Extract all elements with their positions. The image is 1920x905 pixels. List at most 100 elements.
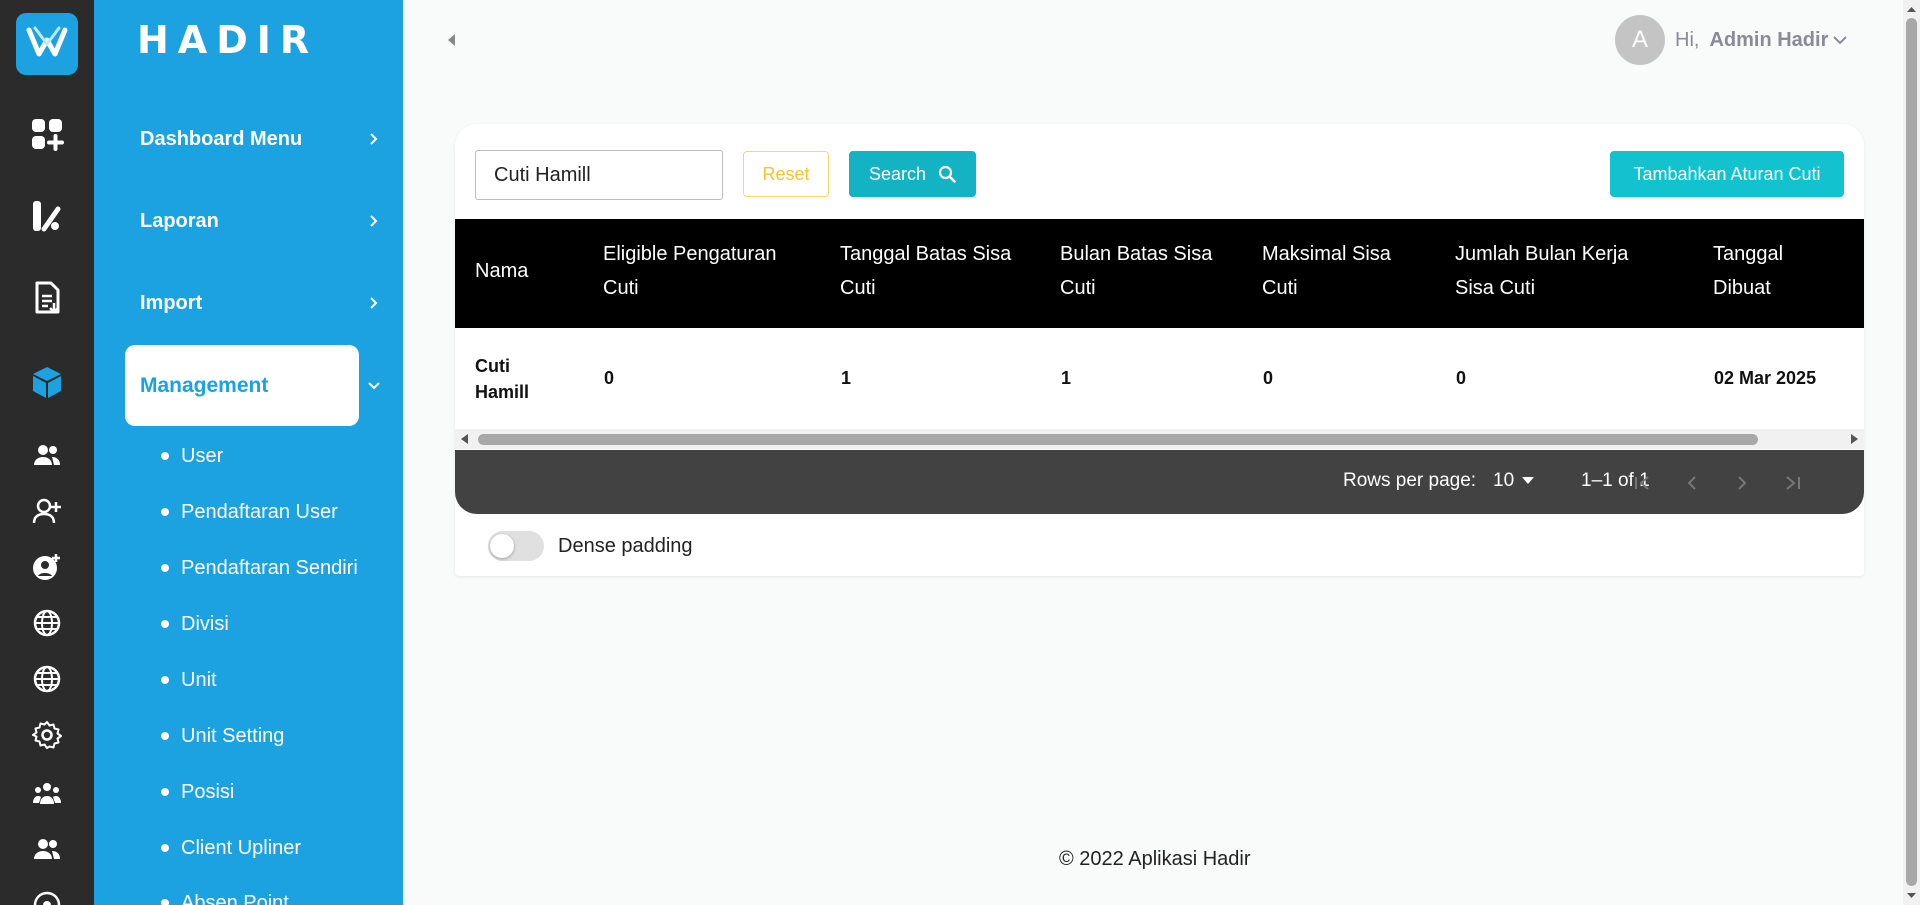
dense-padding-label: Dense padding [558, 534, 693, 557]
cell-bulan-batas: 1 [1061, 368, 1072, 388]
bullet-icon [161, 564, 169, 572]
bullet-icon [161, 620, 169, 628]
user-register-icon[interactable] [24, 547, 70, 587]
sidebar-subitem-label: User [181, 444, 224, 467]
location-icon[interactable] [24, 885, 70, 905]
table-header: Nama Eligible Pengaturan Cuti Tanggal Ba… [455, 219, 1864, 328]
caret-left-icon [448, 34, 455, 46]
users-group-icon[interactable] [24, 829, 70, 869]
user-add-icon[interactable] [24, 491, 70, 531]
chevron-right-icon [364, 129, 384, 149]
next-page-icon[interactable] [1727, 468, 1757, 498]
user-menu[interactable]: A Hi, Admin Hadir [1615, 14, 1848, 66]
sidebar-item-management[interactable]: Management [125, 345, 359, 426]
sidebar-subitem-posisi[interactable]: Posisi [161, 777, 234, 807]
team-icon[interactable] [24, 773, 70, 813]
last-page-icon[interactable] [1777, 468, 1807, 498]
sidebar-subitem-label: Absen Point [181, 891, 289, 905]
cell-jumlah-bulan: 0 [1456, 368, 1467, 388]
chevron-right-icon [364, 293, 384, 313]
search-button-label: Search [868, 163, 927, 184]
first-page-icon[interactable] [1628, 468, 1658, 498]
dense-padding-toggle[interactable] [488, 531, 544, 561]
table-horizontal-scrollbar[interactable] [455, 429, 1864, 449]
cell-tanggal-batas: 1 [841, 368, 852, 388]
app-logo-icon[interactable] [16, 13, 78, 75]
reset-button-label: Reset [762, 163, 810, 184]
chevron-right-icon [364, 211, 384, 231]
add-leave-rule-button[interactable]: Tambahkan Aturan Cuti [1610, 151, 1844, 197]
sidebar-subitem-unit[interactable]: Unit [161, 665, 217, 695]
greeting-text: Hi, [1675, 28, 1700, 51]
table-row[interactable]: Cuti Hamill 0 1 1 0 0 02 Mar 2025 [455, 328, 1864, 434]
column-header-bulan-batas[interactable]: Bulan Batas Sisa Cuti [1060, 237, 1230, 305]
bullet-icon [161, 899, 169, 905]
sidebar-collapse-button[interactable] [444, 30, 460, 50]
caret-down-icon [1522, 477, 1535, 484]
sidebar-subitem-label: Posisi [181, 780, 235, 803]
search-button[interactable]: Search [849, 151, 976, 197]
icon-rail [0, 0, 94, 905]
sidebar-subitem-client-upliner[interactable]: Client Upliner [161, 833, 301, 863]
search-input[interactable] [475, 150, 723, 200]
page-scroll-thumb[interactable] [1906, 18, 1917, 886]
globe-icon[interactable] [24, 659, 70, 699]
search-icon [938, 165, 956, 183]
column-header-jumlah-bulan[interactable]: Jumlah Bulan Kerja Sisa Cuti [1455, 237, 1655, 305]
sidebar-item-laporan[interactable]: Laporan [140, 201, 370, 241]
sidebar-subitem-label: Unit Setting [181, 724, 285, 747]
bullet-icon [161, 676, 169, 684]
scroll-thumb[interactable] [478, 434, 1758, 445]
sidebar-subitem-label: Unit [181, 668, 217, 691]
column-header-eligible[interactable]: Eligible Pengaturan Cuti [603, 237, 793, 305]
bullet-icon [161, 452, 169, 460]
copyright-footer: © 2022 Aplikasi Hadir [1059, 848, 1251, 870]
leave-rules-card: Reset Search Tambahkan Aturan Cuti Nama … [455, 124, 1864, 576]
sidebar-item-import[interactable]: Import [140, 283, 370, 323]
cell-nama: Cuti Hamill [475, 356, 530, 402]
add-leave-rule-label: Tambahkan Aturan Cuti [1633, 163, 1821, 184]
sidebar-subitem-absen-point[interactable]: Absen Point [161, 888, 289, 905]
sidebar-subitem-unit-setting[interactable]: Unit Setting [161, 721, 284, 751]
sidebar-subitem-user[interactable]: User [161, 441, 223, 471]
toggle-knob [490, 534, 514, 558]
column-header-nama[interactable]: Nama [475, 254, 528, 288]
report-chart-icon[interactable] [24, 196, 70, 236]
column-header-tanggal-dibuat[interactable]: Tanggal Dibuat [1713, 237, 1833, 305]
cell-tanggal-dibuat: 02 Mar 2025 [1714, 368, 1817, 388]
sidebar-subitem-label: Client Upliner [181, 836, 302, 859]
avatar: A [1615, 15, 1665, 65]
scroll-right-icon [1851, 434, 1858, 444]
users-icon[interactable] [24, 435, 70, 475]
gear-icon[interactable] [24, 715, 70, 755]
column-header-tanggal-batas[interactable]: Tanggal Batas Sisa Cuti [840, 237, 1025, 305]
chevron-down-icon [1832, 35, 1848, 45]
prev-page-icon[interactable] [1677, 468, 1707, 498]
sidebar-item-label: Import [140, 291, 203, 314]
sidebar-subitem-label: Pendaftaran User [181, 500, 338, 523]
scroll-down-icon [1907, 893, 1916, 898]
dashboard-add-icon[interactable] [24, 114, 70, 154]
cell-maksimal-sisa: 0 [1263, 368, 1274, 388]
sidebar-subitem-label: Divisi [181, 612, 229, 635]
sidebar-subitem-label: Pendaftaran Sendiri [181, 556, 358, 579]
sidebar-item-dashboard-menu[interactable]: Dashboard Menu [140, 119, 370, 159]
bullet-icon [161, 732, 169, 740]
sidebar-subitem-divisi[interactable]: Divisi [161, 609, 229, 639]
rows-per-page-select[interactable]: 10 [1493, 470, 1535, 492]
scroll-left-icon [461, 434, 468, 444]
sidebar-subitem-pendaftaran-sendiri[interactable]: Pendaftaran Sendiri [161, 553, 358, 583]
document-import-icon[interactable] [24, 278, 70, 318]
bullet-icon [161, 788, 169, 796]
cube-management-icon[interactable] [24, 362, 70, 402]
cell-eligible: 0 [604, 368, 615, 388]
sidebar-item-label: Management [140, 373, 269, 397]
column-header-maksimal-sisa[interactable]: Maksimal Sisa Cuti [1262, 237, 1402, 305]
sidebar-subitem-pendaftaran-user[interactable]: Pendaftaran User [161, 497, 338, 527]
globe-icon[interactable] [24, 603, 70, 643]
chevron-down-icon [364, 376, 384, 396]
reset-button[interactable]: Reset [743, 151, 829, 197]
page-scrollbar[interactable] [1903, 0, 1920, 905]
brand-logo: HADIR [137, 18, 319, 62]
table-pagination: Rows per page: 10 1–1 of 1 [455, 450, 1864, 514]
